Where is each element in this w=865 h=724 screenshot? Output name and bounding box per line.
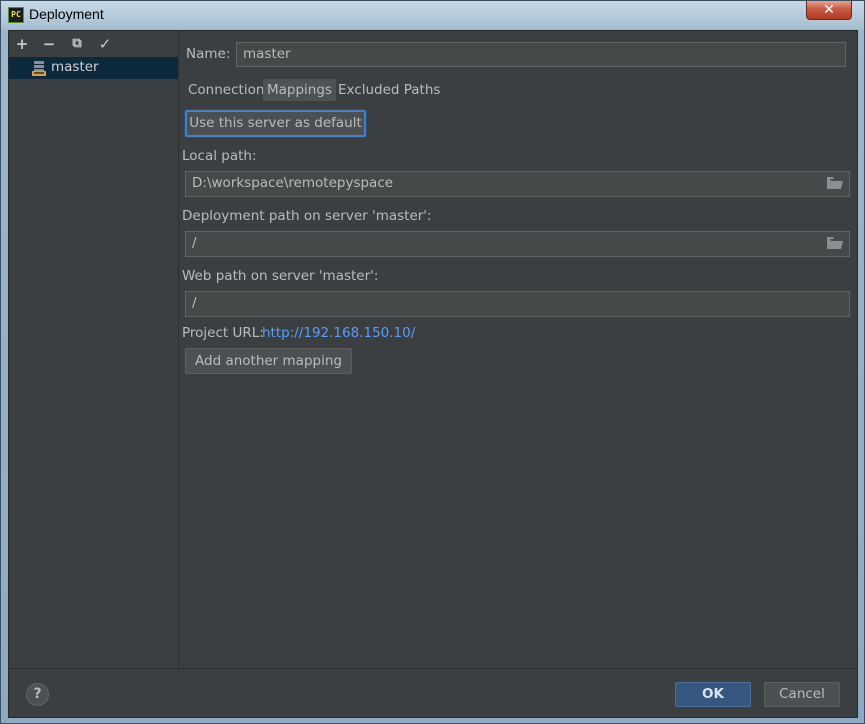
local-path-field[interactable]: D:\workspace\remotepyspace — [185, 171, 850, 197]
deployment-dialog: PC Deployment ✕ + − ⧉ ✓ master Name: mas… — [0, 0, 865, 724]
project-url-link[interactable]: http://192.168.150.10/ — [262, 325, 415, 341]
tab-connection[interactable]: Connection — [184, 79, 268, 101]
deployment-path-label: Deployment path on server 'master': — [182, 208, 432, 224]
deployment-path-value: / — [192, 235, 197, 251]
server-toolbar: + − ⧉ ✓ — [9, 31, 178, 57]
close-icon[interactable]: ✕ — [806, 1, 852, 20]
window-title: Deployment — [29, 6, 104, 22]
help-icon[interactable]: ? — [26, 683, 49, 706]
title-bar[interactable]: PC Deployment ✕ — [1, 1, 864, 29]
tab-mappings[interactable]: Mappings — [263, 79, 336, 101]
dialog-footer: ? OK Cancel — [9, 668, 857, 717]
local-path-value: D:\workspace\remotepyspace — [192, 175, 394, 191]
tab-excluded-paths[interactable]: Excluded Paths — [334, 79, 444, 101]
web-path-field[interactable]: / — [185, 291, 850, 317]
add-mapping-button[interactable]: Add another mapping — [185, 348, 352, 374]
sftp-server-icon — [32, 61, 46, 76]
server-list-panel: + − ⧉ ✓ master — [9, 31, 179, 668]
project-url-label: Project URL: — [182, 325, 264, 341]
remove-icon[interactable]: − — [39, 34, 59, 54]
dialog-content: + − ⧉ ✓ master Name: master Connection M… — [8, 30, 858, 718]
ok-button[interactable]: OK — [675, 682, 751, 707]
cancel-button[interactable]: Cancel — [764, 682, 840, 707]
add-icon[interactable]: + — [12, 34, 32, 54]
copy-icon[interactable]: ⧉ — [67, 34, 87, 54]
server-settings-panel: Name: master Connection Mappings Exclude… — [179, 31, 857, 668]
use-as-default-button[interactable]: Use this server as default — [185, 110, 366, 137]
deployment-path-field[interactable]: / — [185, 231, 850, 257]
server-item-master[interactable]: master — [9, 57, 178, 79]
name-label: Name: — [186, 46, 231, 62]
web-path-label: Web path on server 'master': — [182, 268, 379, 284]
server-item-label: master — [51, 59, 99, 75]
check-icon[interactable]: ✓ — [95, 34, 115, 54]
folder-icon[interactable] — [827, 237, 843, 250]
pycharm-app-icon: PC — [8, 7, 24, 23]
name-field[interactable]: master — [236, 42, 846, 67]
server-list: master — [9, 57, 178, 668]
folder-icon[interactable] — [827, 177, 843, 190]
local-path-label: Local path: — [182, 148, 257, 164]
